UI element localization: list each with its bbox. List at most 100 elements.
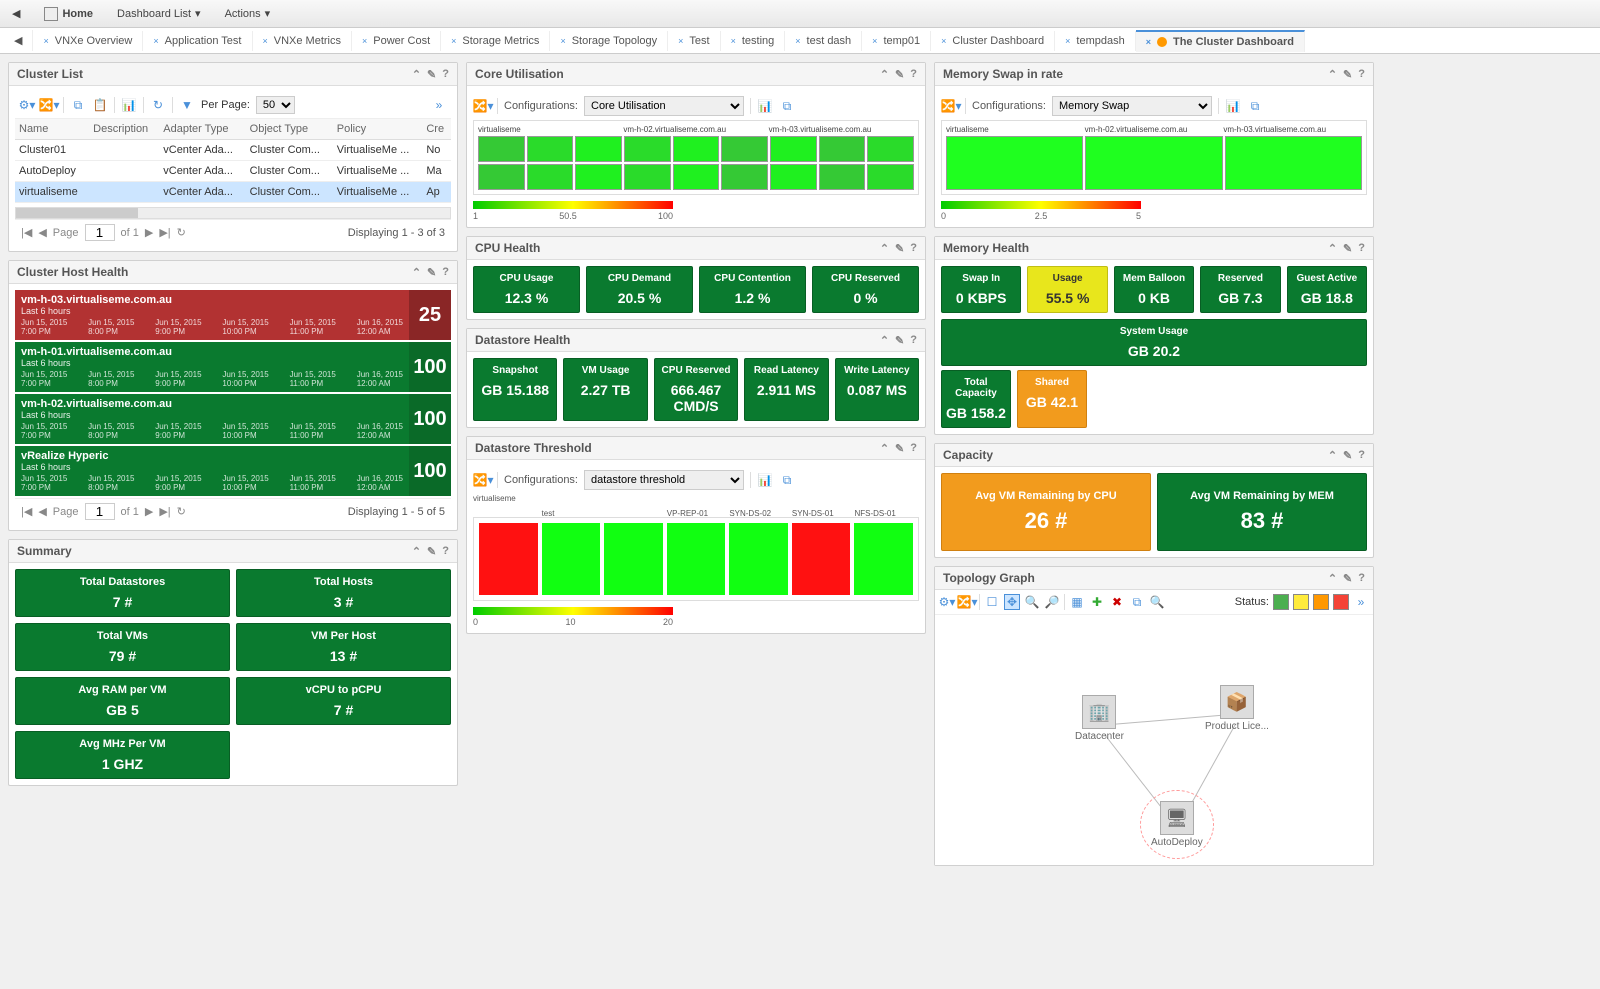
table-row[interactable]: AutoDeployvCenter Ada...Cluster Com...Vi…	[15, 161, 451, 182]
first-page[interactable]: |◀	[21, 226, 32, 239]
gear-icon[interactable]: ⚙▾	[19, 97, 35, 113]
close-icon[interactable]: ×	[451, 36, 456, 46]
prev-page[interactable]: ◀	[38, 226, 46, 239]
filter-icon[interactable]: ▼	[179, 97, 195, 113]
paste-icon[interactable]: 📋	[92, 97, 108, 113]
copy-icon[interactable]: ⧉	[70, 97, 86, 113]
edit-icon[interactable]: ✎	[1343, 449, 1352, 462]
help-icon[interactable]: ?	[442, 68, 449, 81]
pan-icon[interactable]: ✥	[1004, 594, 1020, 610]
edit-icon[interactable]: ✎	[895, 242, 904, 255]
tab-7[interactable]: ×testing	[721, 31, 786, 51]
close-icon[interactable]: ×	[1146, 37, 1151, 47]
grid-icon[interactable]: ▦	[1069, 594, 1085, 610]
help-icon[interactable]: ?	[1358, 242, 1365, 255]
export-icon[interactable]: ⧉	[779, 472, 795, 488]
help-icon[interactable]: ?	[910, 242, 917, 255]
close-icon[interactable]: ×	[362, 36, 367, 46]
tab-8[interactable]: ×test dash	[785, 31, 862, 51]
tab-2[interactable]: ×VNXe Metrics	[253, 31, 353, 51]
tree-icon[interactable]: 🔀▾	[475, 472, 491, 488]
refresh-icon[interactable]: ↻	[150, 97, 166, 113]
tab-3[interactable]: ×Power Cost	[352, 31, 441, 51]
host-row[interactable]: vm-h-02.virtualiseme.com.auLast 6 hoursJ…	[15, 394, 451, 444]
tree-icon[interactable]: 🔀▾	[943, 98, 959, 114]
status-red[interactable]	[1333, 594, 1349, 610]
tab-4[interactable]: ×Storage Metrics	[441, 31, 550, 51]
export-icon[interactable]: ⧉	[779, 98, 795, 114]
edit-icon[interactable]: ✎	[895, 68, 904, 81]
tree-icon[interactable]: 🔀▾	[959, 594, 975, 610]
collapse-icon[interactable]: ⌃	[1328, 572, 1337, 585]
close-icon[interactable]: ×	[731, 36, 736, 46]
collapse-icon[interactable]: ⌃	[880, 242, 889, 255]
select-icon[interactable]: ☐	[984, 594, 1000, 610]
help-icon[interactable]: ?	[442, 545, 449, 558]
collapse-icon[interactable]: ⌃	[1328, 242, 1337, 255]
edit-icon[interactable]: ✎	[427, 266, 436, 279]
config-select[interactable]: Core Utilisation	[584, 96, 744, 116]
close-icon[interactable]: ×	[1065, 36, 1070, 46]
help-icon[interactable]: ?	[1358, 68, 1365, 81]
col-header[interactable]: Description	[89, 119, 159, 140]
edit-icon[interactable]: ✎	[895, 334, 904, 347]
edit-icon[interactable]: ✎	[427, 545, 436, 558]
tab-9[interactable]: ×temp01	[862, 31, 931, 51]
per-page-select[interactable]: 50	[256, 96, 295, 114]
col-header[interactable]: Policy	[333, 119, 423, 140]
collapse-icon[interactable]: ⌃	[880, 334, 889, 347]
help-icon[interactable]: ?	[910, 68, 917, 81]
help-icon[interactable]: ?	[1358, 572, 1365, 585]
collapse-icon[interactable]: ⌃	[880, 442, 889, 455]
close-icon[interactable]: ×	[263, 36, 268, 46]
collapse-icon[interactable]: ⌃	[412, 266, 421, 279]
edit-icon[interactable]: ✎	[1343, 242, 1352, 255]
close-icon[interactable]: ×	[43, 36, 48, 46]
search-icon[interactable]: 🔍	[1149, 594, 1165, 610]
refresh-pager[interactable]: ↻	[177, 226, 186, 239]
tree-icon[interactable]: 🔀▾	[475, 98, 491, 114]
host-row[interactable]: vm-h-03.virtualiseme.com.auLast 6 hoursJ…	[15, 290, 451, 340]
node-product-license[interactable]: 📦Product Lice...	[1205, 685, 1269, 732]
help-icon[interactable]: ?	[910, 334, 917, 347]
close-icon[interactable]: ×	[678, 36, 683, 46]
chart-icon[interactable]: 📊	[757, 472, 773, 488]
chart-icon[interactable]: 📊	[1225, 98, 1241, 114]
col-header[interactable]: Adapter Type	[159, 119, 245, 140]
host-row[interactable]: vRealize HypericLast 6 hoursJun 15, 2015…	[15, 446, 451, 496]
zoom-in-icon[interactable]: 🔍	[1024, 594, 1040, 610]
delete-icon[interactable]: ✖	[1109, 594, 1125, 610]
chart-icon[interactable]: 📊	[121, 97, 137, 113]
status-yellow[interactable]	[1293, 594, 1309, 610]
zoom-out-icon[interactable]: 🔎	[1044, 594, 1060, 610]
collapse-icon[interactable]: ⌃	[1328, 449, 1337, 462]
ds-threshold-heatmap[interactable]: testVP-REP-01SYN-DS-02SYN-DS-01NFS-DS-01	[473, 517, 919, 601]
close-icon[interactable]: ×	[153, 36, 158, 46]
col-header[interactable]: Cre	[422, 119, 451, 140]
actions-menu[interactable]: Actions ▾	[219, 3, 277, 24]
collapse-icon[interactable]: ⌃	[1328, 68, 1337, 81]
first-page[interactable]: |◀	[21, 505, 32, 518]
nav-back[interactable]: ◀	[6, 3, 26, 24]
next-page[interactable]: ▶	[145, 226, 153, 239]
close-icon[interactable]: ×	[560, 36, 565, 46]
more-icon[interactable]: »	[1353, 594, 1369, 610]
col-header[interactable]: Object Type	[246, 119, 333, 140]
tab-scroll-left[interactable]: ◀	[4, 30, 33, 51]
node-autodeploy[interactable]: 🖥AutoDeploy	[1140, 790, 1214, 859]
page-input[interactable]	[85, 503, 115, 520]
config-select[interactable]: datastore threshold	[584, 470, 744, 490]
chart-icon[interactable]: 📊	[757, 98, 773, 114]
tab-1[interactable]: ×Application Test	[143, 31, 252, 51]
help-icon[interactable]: ?	[910, 442, 917, 455]
export-icon[interactable]: ⧉	[1129, 594, 1145, 610]
tab-11[interactable]: ×tempdash	[1055, 31, 1136, 51]
collapse-icon[interactable]: ⌃	[880, 68, 889, 81]
edit-icon[interactable]: ✎	[1343, 572, 1352, 585]
mem-swap-heatmap[interactable]: virtualisemevm-h-02.virtualiseme.com.auv…	[941, 120, 1367, 195]
edit-icon[interactable]: ✎	[895, 442, 904, 455]
collapse-icon[interactable]: ⌃	[412, 545, 421, 558]
config-select[interactable]: Memory Swap	[1052, 96, 1212, 116]
close-icon[interactable]: ×	[795, 36, 800, 46]
help-icon[interactable]: ?	[442, 266, 449, 279]
